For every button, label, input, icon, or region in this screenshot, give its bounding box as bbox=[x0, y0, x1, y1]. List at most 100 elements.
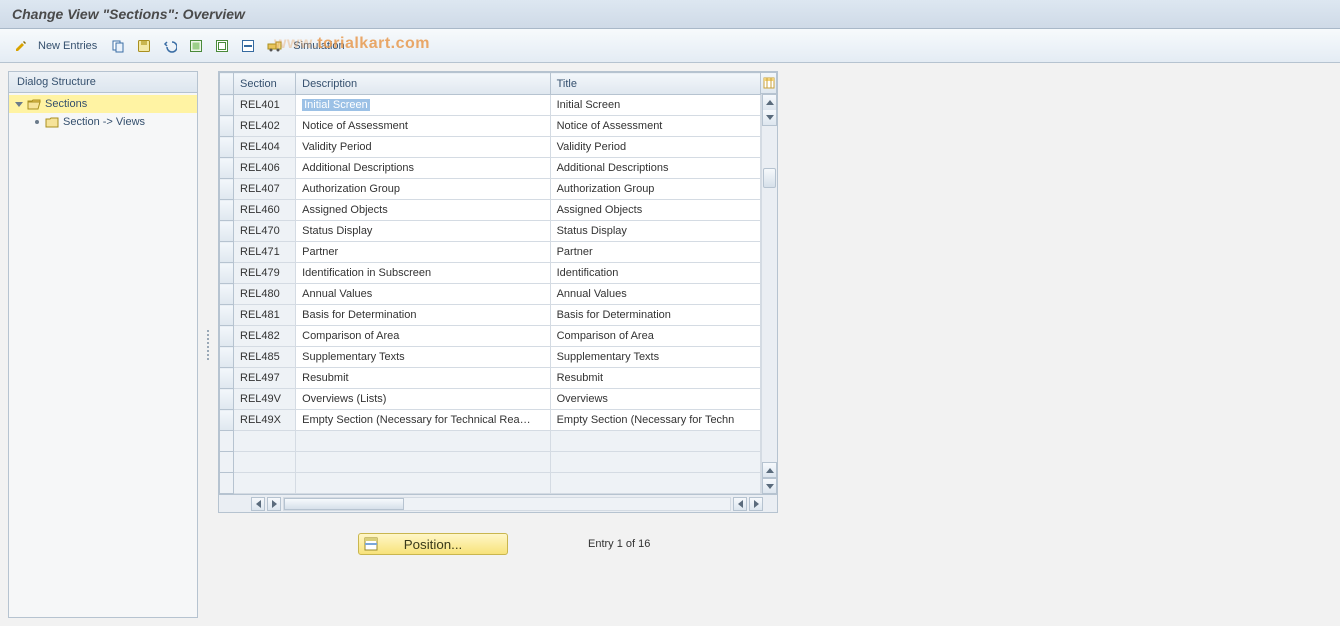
select-all-button[interactable] bbox=[185, 35, 207, 57]
cell-description[interactable]: Annual Values bbox=[296, 284, 550, 305]
cell-section[interactable]: REL497 bbox=[234, 368, 296, 389]
table-row[interactable]: REL460Assigned ObjectsAssigned Objects bbox=[220, 200, 761, 221]
cell-title[interactable]: Authorization Group bbox=[550, 179, 760, 200]
table-row[interactable]: REL407Authorization GroupAuthorization G… bbox=[220, 179, 761, 200]
row-selector[interactable] bbox=[220, 305, 234, 326]
cell-title[interactable]: Overviews bbox=[550, 389, 760, 410]
row-selector[interactable] bbox=[220, 347, 234, 368]
undo-button[interactable] bbox=[159, 35, 181, 57]
cell-description[interactable]: Assigned Objects bbox=[296, 200, 550, 221]
row-selector[interactable] bbox=[220, 116, 234, 137]
configure-columns-button[interactable] bbox=[761, 72, 777, 94]
table-row[interactable]: REL479Identification in SubscreenIdentif… bbox=[220, 263, 761, 284]
cell-description[interactable]: Initial Screen bbox=[296, 95, 550, 116]
toggle-change-button[interactable] bbox=[10, 35, 32, 57]
cell-title[interactable]: Identification bbox=[550, 263, 760, 284]
col-section[interactable]: Section bbox=[234, 73, 296, 95]
scroll-down-button[interactable] bbox=[762, 110, 777, 126]
row-selector[interactable] bbox=[220, 242, 234, 263]
table-row[interactable]: REL404Validity PeriodValidity Period bbox=[220, 137, 761, 158]
cell-description[interactable]: Basis for Determination bbox=[296, 305, 550, 326]
table-row[interactable]: REL485Supplementary TextsSupplementary T… bbox=[220, 347, 761, 368]
cell-section[interactable]: REL471 bbox=[234, 242, 296, 263]
cell-section[interactable]: REL481 bbox=[234, 305, 296, 326]
scroll-up-button[interactable] bbox=[762, 94, 777, 110]
cell-description[interactable]: Partner bbox=[296, 242, 550, 263]
tree-item-sections[interactable]: Sections bbox=[9, 95, 197, 113]
hscroll-left-button[interactable] bbox=[251, 497, 265, 511]
cell-title[interactable]: Comparison of Area bbox=[550, 326, 760, 347]
cell-section[interactable]: REL407 bbox=[234, 179, 296, 200]
table-row[interactable]: REL480Annual ValuesAnnual Values bbox=[220, 284, 761, 305]
delete-button[interactable] bbox=[237, 35, 259, 57]
cell-section[interactable]: REL470 bbox=[234, 221, 296, 242]
table-row[interactable]: REL471PartnerPartner bbox=[220, 242, 761, 263]
cell-description[interactable]: Status Display bbox=[296, 221, 550, 242]
cell-title[interactable]: Annual Values bbox=[550, 284, 760, 305]
hscroll-thumb[interactable] bbox=[284, 498, 404, 510]
vertical-scrollbar[interactable] bbox=[761, 94, 777, 494]
row-selector[interactable] bbox=[220, 158, 234, 179]
transport-button[interactable] bbox=[263, 35, 287, 57]
table-row[interactable]: REL49VOverviews (Lists)Overviews bbox=[220, 389, 761, 410]
cell-section[interactable]: REL480 bbox=[234, 284, 296, 305]
table-row[interactable]: REL482Comparison of AreaComparison of Ar… bbox=[220, 326, 761, 347]
simulation-button[interactable]: Simulation bbox=[291, 40, 350, 52]
row-selector[interactable] bbox=[220, 263, 234, 284]
cell-section[interactable]: REL49X bbox=[234, 410, 296, 431]
scroll-track[interactable] bbox=[762, 126, 777, 462]
vertical-splitter[interactable] bbox=[206, 71, 210, 618]
cell-section[interactable]: REL482 bbox=[234, 326, 296, 347]
table-row[interactable]: REL401Initial ScreenInitial Screen bbox=[220, 95, 761, 116]
cell-description[interactable]: Supplementary Texts bbox=[296, 347, 550, 368]
table-row[interactable]: REL470Status DisplayStatus Display bbox=[220, 221, 761, 242]
cell-title[interactable]: Resubmit bbox=[550, 368, 760, 389]
row-selector[interactable] bbox=[220, 179, 234, 200]
cell-section[interactable]: REL49V bbox=[234, 389, 296, 410]
cell-section[interactable]: REL479 bbox=[234, 263, 296, 284]
cell-title[interactable]: Assigned Objects bbox=[550, 200, 760, 221]
row-selector-header[interactable] bbox=[220, 73, 234, 95]
cell-title[interactable]: Validity Period bbox=[550, 137, 760, 158]
row-selector[interactable] bbox=[220, 200, 234, 221]
cell-title[interactable]: Status Display bbox=[550, 221, 760, 242]
cell-section[interactable]: REL460 bbox=[234, 200, 296, 221]
cell-title[interactable]: Additional Descriptions bbox=[550, 158, 760, 179]
cell-section[interactable]: REL402 bbox=[234, 116, 296, 137]
cell-section[interactable]: REL406 bbox=[234, 158, 296, 179]
save-button[interactable] bbox=[133, 35, 155, 57]
cell-description[interactable]: Identification in Subscreen bbox=[296, 263, 550, 284]
cell-title[interactable]: Empty Section (Necessary for Techn bbox=[550, 410, 760, 431]
hscroll-track[interactable] bbox=[283, 497, 731, 511]
scroll-thumb[interactable] bbox=[763, 168, 776, 188]
cell-title[interactable]: Partner bbox=[550, 242, 760, 263]
cell-description[interactable]: Overviews (Lists) bbox=[296, 389, 550, 410]
scroll-down-button-bottom[interactable] bbox=[762, 478, 777, 494]
hscroll-right-button-2[interactable] bbox=[749, 497, 763, 511]
row-selector[interactable] bbox=[220, 410, 234, 431]
position-button[interactable]: Position... bbox=[358, 533, 508, 555]
horizontal-scrollbar[interactable] bbox=[218, 495, 778, 513]
col-title[interactable]: Title bbox=[550, 73, 760, 95]
cell-section[interactable]: REL404 bbox=[234, 137, 296, 158]
deselect-all-button[interactable] bbox=[211, 35, 233, 57]
cell-description[interactable]: Additional Descriptions bbox=[296, 158, 550, 179]
hscroll-right-button[interactable] bbox=[267, 497, 281, 511]
row-selector[interactable] bbox=[220, 221, 234, 242]
copy-button[interactable] bbox=[107, 35, 129, 57]
cell-title[interactable]: Basis for Determination bbox=[550, 305, 760, 326]
cell-description[interactable]: Authorization Group bbox=[296, 179, 550, 200]
row-selector[interactable] bbox=[220, 326, 234, 347]
cell-title[interactable]: Notice of Assessment bbox=[550, 116, 760, 137]
table-row[interactable]: REL402Notice of AssessmentNotice of Asse… bbox=[220, 116, 761, 137]
cell-description[interactable]: Comparison of Area bbox=[296, 326, 550, 347]
row-selector[interactable] bbox=[220, 284, 234, 305]
table-row[interactable]: REL497ResubmitResubmit bbox=[220, 368, 761, 389]
tree-item-section-views[interactable]: Section -> Views bbox=[9, 113, 197, 131]
scroll-up-button-bottom[interactable] bbox=[762, 462, 777, 478]
row-selector[interactable] bbox=[220, 137, 234, 158]
cell-title[interactable]: Initial Screen bbox=[550, 95, 760, 116]
hscroll-left-button-2[interactable] bbox=[733, 497, 747, 511]
cell-description[interactable]: Notice of Assessment bbox=[296, 116, 550, 137]
table-row[interactable]: REL481Basis for DeterminationBasis for D… bbox=[220, 305, 761, 326]
